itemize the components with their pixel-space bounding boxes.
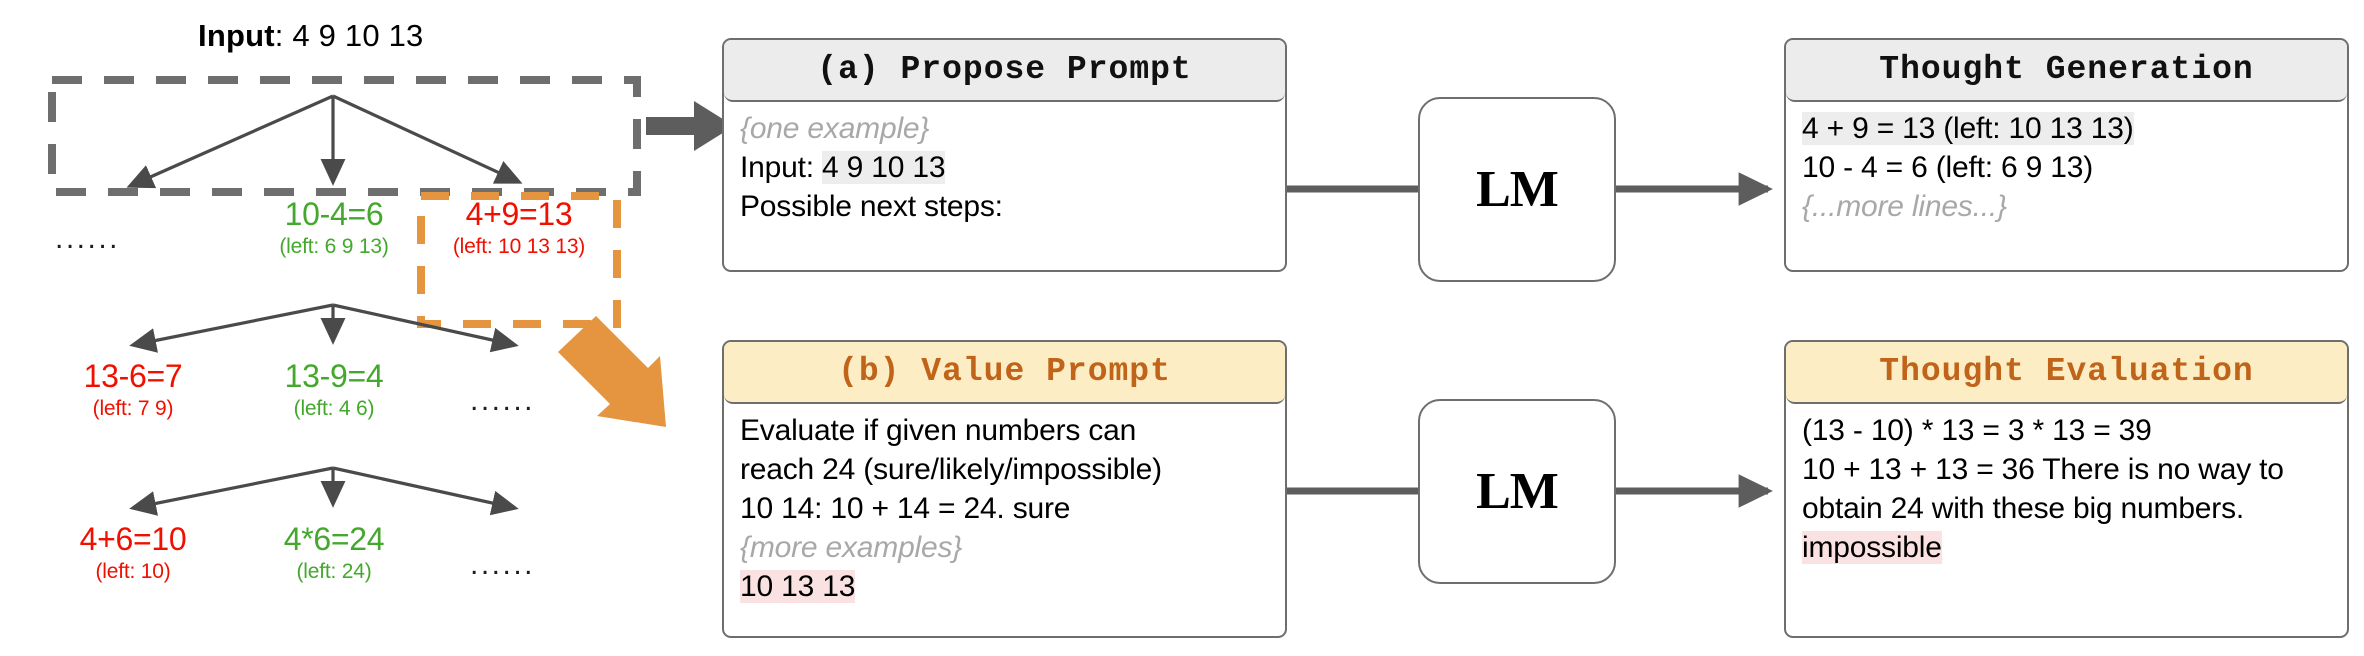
value-prompt-title: (b) Value Prompt: [724, 342, 1285, 404]
level1-dashed-frame: [48, 76, 641, 196]
tree-node-10-4[interactable]: 10-4=6 (left: 6 9 13): [238, 198, 430, 257]
value-prompt-panel: (b) Value Prompt Evaluate if given numbe…: [722, 340, 1287, 638]
evaluation-verdict: impossible: [1802, 531, 1942, 564]
tree-input-label: Input: [198, 18, 275, 53]
propose-prompt-title: (a) Propose Prompt: [724, 40, 1285, 102]
value-line-2: reach 24 (sure/likely/impossible): [740, 453, 1162, 486]
tree-ellipsis-level1: ......: [55, 222, 121, 255]
tree-node-expr: 13-9=4: [284, 358, 384, 394]
tree-node-13-9[interactable]: 13-9=4 (left: 4 6): [238, 360, 430, 419]
propose-possible-line: Possible next steps:: [740, 190, 1003, 223]
tree-node-expr: 4*6=24: [283, 521, 385, 557]
value-more-examples-placeholder: {more examples}: [740, 531, 963, 564]
tree-edges-level3: [129, 466, 519, 516]
tree-node-expr: 4+6=10: [79, 521, 187, 557]
tree-input-value: 4 9 10 13: [292, 18, 424, 53]
tree-node-left: (left: 4 6): [293, 396, 375, 420]
propose-input-line: Input: 4 9 10 13: [740, 148, 1269, 187]
evaluation-line-2: 10 + 13 + 13 = 36 There is no way to obt…: [1802, 450, 2331, 567]
thought-generation-title: Thought Generation: [1786, 40, 2347, 102]
tree-node-expr: 13-6=7: [83, 358, 183, 394]
evaluation-line-2-text: 10 + 13 + 13 = 36 There is no way to obt…: [1802, 453, 2284, 525]
tree-node-4-times-6[interactable]: 4*6=24 (left: 24): [238, 523, 430, 582]
propose-input-prefix: Input:: [740, 151, 822, 184]
tree-edges-level1: [126, 94, 523, 189]
tree-input-caption: Input: 4 9 10 13: [198, 18, 424, 53]
tree-ellipsis-level2: ......: [470, 384, 536, 417]
tree-node-4-9-selected[interactable]: 4+9=13 (left: 10 13 13): [423, 198, 615, 257]
generation-more-lines-placeholder: {...more lines...}: [1802, 190, 2007, 223]
tree-node-left: (left: 6 9 13): [279, 234, 389, 258]
thought-evaluation-panel: Thought Evaluation (13 - 10) * 13 = 3 * …: [1784, 340, 2349, 638]
tree-node-expr: 4+9=13: [465, 196, 573, 232]
tree-ellipsis-level3: ......: [470, 548, 536, 581]
generation-line-2: 10 - 4 = 6 (left: 6 9 13): [1802, 151, 2094, 184]
propose-prompt-panel: (a) Propose Prompt {one example} Input: …: [722, 38, 1287, 272]
thought-evaluation-body: (13 - 10) * 13 = 3 * 13 = 39 10 + 13 + 1…: [1786, 404, 2347, 577]
tree-edges-level2: [129, 303, 519, 353]
figure-root: Input: 4 9 10 13 ...... ...... ...... 10…: [0, 0, 2364, 656]
thought-evaluation-title: Thought Evaluation: [1786, 342, 2347, 404]
propose-input-value: 4 9 10 13: [822, 151, 946, 184]
tree-node-expr: 10-4=6: [284, 196, 384, 232]
tree-node-left: (left: 10 13 13): [452, 234, 586, 258]
value-query-numbers: 10 13 13: [740, 570, 856, 603]
propose-example-placeholder: {one example}: [740, 112, 930, 145]
tree-node-left: (left: 7 9): [92, 396, 174, 420]
lm-box-top[interactable]: LM: [1418, 97, 1616, 282]
thought-generation-panel: Thought Generation 4 + 9 = 13 (left: 10 …: [1784, 38, 2349, 272]
arrow-to-propose-prompt: [646, 101, 734, 151]
value-line-1: Evaluate if given numbers can: [740, 414, 1137, 447]
tree-node-4-plus-6[interactable]: 4+6=10 (left: 10): [37, 523, 229, 582]
value-prompt-body: Evaluate if given numbers can reach 24 (…: [724, 404, 1285, 616]
lm-label: LM: [1476, 463, 1559, 520]
generation-line-1: 4 + 9 = 13 (left: 10 13 13): [1802, 109, 2331, 148]
tree-node-left: (left: 24): [296, 559, 372, 583]
value-query-line: 10 13 13: [740, 567, 1269, 606]
arrow-to-value-prompt: [558, 316, 666, 427]
value-line-3: 10 14: 10 + 14 = 24. sure: [740, 492, 1071, 525]
generation-line-1-text: 4 + 9 = 13 (left: 10 13 13): [1802, 112, 2134, 145]
thought-generation-body: 4 + 9 = 13 (left: 10 13 13) 10 - 4 = 6 (…: [1786, 102, 2347, 236]
tree-node-13-6[interactable]: 13-6=7 (left: 7 9): [37, 360, 229, 419]
lm-box-bottom[interactable]: LM: [1418, 399, 1616, 584]
lm-label: LM: [1476, 161, 1559, 218]
evaluation-line-1: (13 - 10) * 13 = 3 * 13 = 39: [1802, 414, 2152, 447]
tree-node-left: (left: 10): [95, 559, 171, 583]
propose-prompt-body: {one example} Input: 4 9 10 13 Possible …: [724, 102, 1285, 236]
